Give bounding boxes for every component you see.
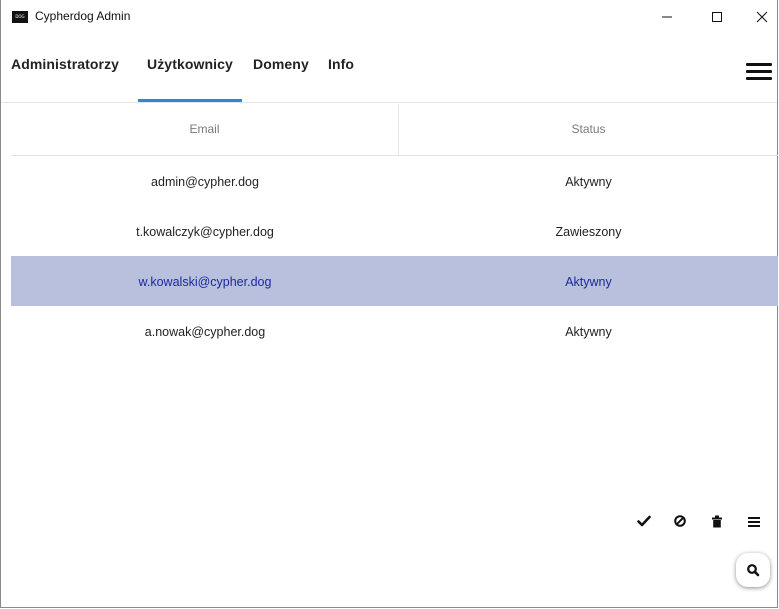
close-icon — [756, 11, 768, 22]
column-header-email[interactable]: Email — [11, 104, 399, 155]
tab-uzytkownicy[interactable]: Użytkownicy — [147, 56, 233, 72]
suspend-button[interactable] — [668, 510, 692, 532]
table-header: Email Status — [11, 104, 778, 156]
tab-administratorzy[interactable]: Administratorzy — [11, 56, 119, 72]
minimize-button[interactable] — [644, 0, 690, 33]
activate-button[interactable] — [632, 510, 656, 532]
email-cell: w.kowalski@cypher.dog — [138, 275, 272, 289]
table-row[interactable]: t.kowalczyk@cypher.dog Zawieszony — [11, 206, 778, 256]
hamburger-menu-icon[interactable] — [744, 61, 774, 83]
status-cell: Aktywny — [565, 175, 612, 189]
status-cell: Aktywny — [565, 325, 612, 339]
block-icon — [674, 515, 686, 527]
maximize-icon — [712, 11, 722, 22]
list-icon — [748, 516, 760, 527]
more-options-button[interactable] — [742, 510, 766, 532]
tab-info[interactable]: Info — [328, 56, 354, 72]
column-header-status[interactable]: Status — [399, 104, 778, 155]
tab-domeny[interactable]: Domeny — [253, 56, 309, 72]
active-tab-indicator — [138, 99, 242, 102]
check-icon — [637, 515, 651, 527]
search-button[interactable] — [736, 553, 770, 587]
email-cell: a.nowak@cypher.dog — [144, 325, 266, 339]
minimize-icon — [662, 16, 672, 17]
email-cell: t.kowalczyk@cypher.dog — [136, 225, 274, 239]
delete-button[interactable] — [705, 510, 729, 532]
users-table: Email Status admin@cypher.dog Aktywny t.… — [11, 104, 778, 356]
close-button[interactable] — [739, 0, 779, 33]
status-cell: Aktywny — [565, 275, 612, 289]
app-logo-icon: DOG — [12, 11, 28, 23]
maximize-button[interactable] — [694, 0, 740, 33]
window-title: Cypherdog Admin — [35, 9, 131, 23]
email-cell: admin@cypher.dog — [151, 175, 259, 189]
table-row[interactable]: a.nowak@cypher.dog Aktywny — [11, 306, 778, 356]
table-row-selected[interactable]: w.kowalski@cypher.dog Aktywny — [11, 256, 778, 306]
search-icon — [747, 564, 760, 577]
trash-icon — [712, 515, 722, 527]
status-cell: Zawieszony — [555, 225, 622, 239]
app-window: DOG Cypherdog Admin Administratorzy Użyt… — [0, 0, 778, 608]
title-bar[interactable]: DOG Cypherdog Admin — [1, 0, 777, 33]
tab-bar: Administratorzy Użytkownicy Domeny Info — [1, 33, 777, 103]
table-row[interactable]: admin@cypher.dog Aktywny — [11, 156, 778, 206]
